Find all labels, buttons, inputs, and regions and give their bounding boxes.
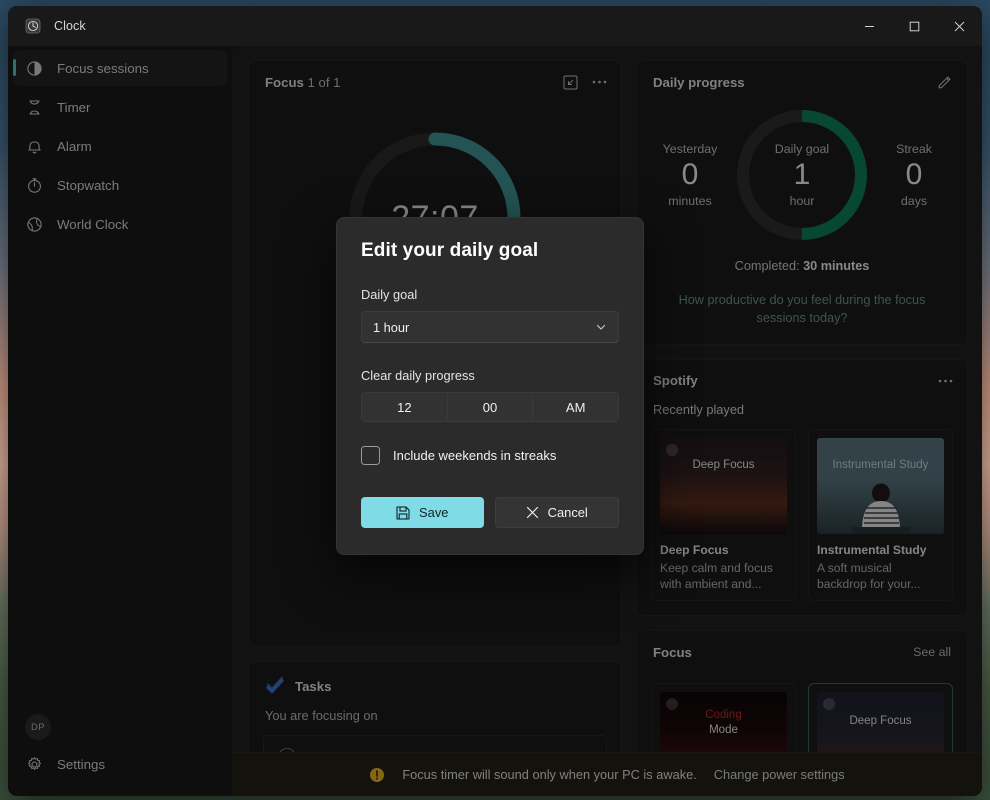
chevron-down-icon (595, 321, 607, 333)
meridiem-input[interactable]: AM (533, 392, 619, 422)
cancel-button[interactable]: Cancel (494, 497, 619, 528)
edit-daily-goal-dialog: Edit your daily goal Daily goal 1 hour C… (336, 217, 644, 555)
dialog-title: Edit your daily goal (361, 240, 539, 261)
save-button[interactable]: Save (361, 497, 484, 528)
daily-goal-select[interactable]: 1 hour (361, 311, 619, 343)
minute-input[interactable]: 00 (447, 392, 534, 422)
app-title: Clock (54, 19, 86, 33)
close-x-icon (526, 506, 539, 519)
maximize-button[interactable] (892, 6, 937, 46)
include-weekends-checkbox[interactable] (361, 446, 380, 465)
save-button-label: Save (419, 505, 449, 520)
save-icon (396, 505, 410, 520)
clear-time-picker: 12 00 AM (361, 392, 619, 422)
include-weekends-label: Include weekends in streaks (393, 448, 557, 463)
daily-goal-label: Daily goal (361, 287, 418, 302)
hour-input[interactable]: 12 (361, 392, 448, 422)
title-bar-left: Clock (8, 6, 232, 46)
minimize-button[interactable] (847, 6, 892, 46)
daily-goal-value: 1 hour (373, 319, 410, 335)
title-bar: Clock (8, 6, 982, 46)
close-button[interactable] (937, 6, 982, 46)
clear-daily-progress-label: Clear daily progress (361, 368, 475, 383)
dialog-buttons: Save Cancel (361, 497, 619, 528)
cancel-button-label: Cancel (547, 505, 588, 520)
title-bar-drag-area (232, 6, 847, 46)
clock-app-icon (25, 18, 41, 34)
include-weekends-row[interactable]: Include weekends in streaks (361, 446, 619, 465)
